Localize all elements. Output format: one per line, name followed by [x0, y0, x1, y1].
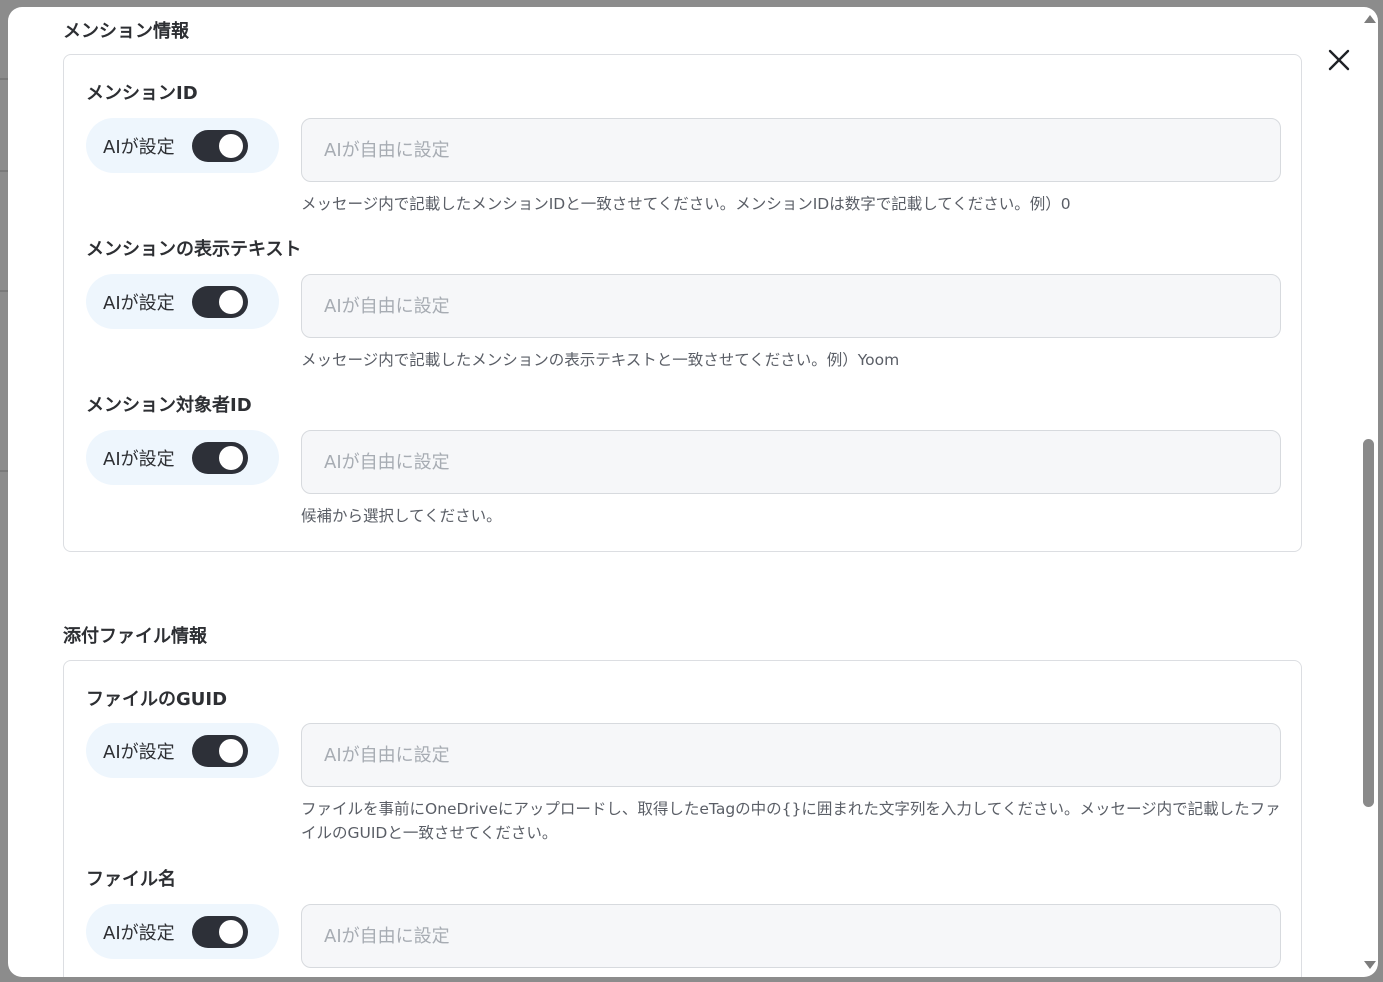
help-text-file-guid: ファイルを事前にOneDriveにアップロードし、取得したeTagの中の{}に囲… — [301, 800, 1281, 842]
scrollbar[interactable] — [1360, 7, 1378, 977]
ai-toggle-mention-id[interactable]: AIが設定 — [86, 118, 279, 173]
scroll-down-arrow-icon[interactable] — [1364, 961, 1376, 969]
section-title-mention: メンション情報 — [63, 21, 189, 42]
toggle-switch[interactable] — [192, 916, 248, 948]
ai-toggle-label: AIが設定 — [103, 922, 175, 944]
scrollbar-thumb[interactable] — [1363, 439, 1374, 807]
settings-modal: メンション情報 メンションID AIが設定 メッセージ内で記載したメンションID… — [8, 7, 1378, 977]
file-guid-input[interactable] — [301, 723, 1281, 787]
backdrop-divider — [0, 290, 8, 292]
ai-toggle-label: AIが設定 — [103, 448, 175, 470]
close-button[interactable] — [1319, 40, 1359, 80]
ai-toggle-mention-target-id[interactable]: AIが設定 — [86, 430, 279, 485]
mention-display-text-input[interactable] — [301, 274, 1281, 338]
mention-id-input[interactable] — [301, 118, 1281, 182]
toggle-switch[interactable] — [192, 130, 248, 162]
close-icon — [1328, 49, 1350, 71]
field-label-mention-id: メンションID — [86, 83, 198, 104]
ai-toggle-mention-display-text[interactable]: AIが設定 — [86, 274, 279, 329]
ai-toggle-label: AIが設定 — [103, 292, 175, 314]
attachment-info-card: ファイルのGUID AIが設定 ファイルを事前にOneDriveにアップロードし… — [63, 660, 1302, 977]
ai-toggle-file-name[interactable]: AIが設定 — [86, 904, 279, 959]
scroll-up-arrow-icon[interactable] — [1364, 15, 1376, 23]
backdrop-divider — [0, 170, 8, 172]
field-label-mention-display-text: メンションの表示テキスト — [86, 239, 302, 260]
help-text-mention-id: メッセージ内で記載したメンションIDと一致させてください。メンションIDは数字で… — [301, 195, 1071, 213]
backdrop-divider — [0, 470, 8, 472]
ai-toggle-label: AIが設定 — [103, 741, 175, 763]
section-title-attachment: 添付ファイル情報 — [63, 626, 207, 647]
toggle-switch[interactable] — [192, 286, 248, 318]
mention-info-card: メンションID AIが設定 メッセージ内で記載したメンションIDと一致させてくだ… — [63, 54, 1302, 552]
backdrop-divider — [0, 78, 8, 80]
toggle-knob — [219, 920, 243, 944]
file-name-input[interactable] — [301, 904, 1281, 968]
toggle-knob — [219, 446, 243, 470]
toggle-switch[interactable] — [192, 442, 248, 474]
field-label-mention-target-id: メンション対象者ID — [86, 395, 252, 416]
ai-toggle-file-guid[interactable]: AIが設定 — [86, 723, 279, 778]
field-label-file-guid: ファイルのGUID — [86, 689, 228, 710]
toggle-switch[interactable] — [192, 735, 248, 767]
mention-target-id-input[interactable] — [301, 430, 1281, 494]
toggle-knob — [219, 134, 243, 158]
toggle-knob — [219, 290, 243, 314]
ai-toggle-label: AIが設定 — [103, 136, 175, 158]
help-text-mention-target-id: 候補から選択してください。 — [301, 507, 502, 525]
field-label-file-name: ファイル名 — [86, 869, 176, 890]
toggle-knob — [219, 739, 243, 763]
help-text-mention-display-text: メッセージ内で記載したメンションの表示テキストと一致させてください。例）Yoom — [301, 351, 900, 369]
